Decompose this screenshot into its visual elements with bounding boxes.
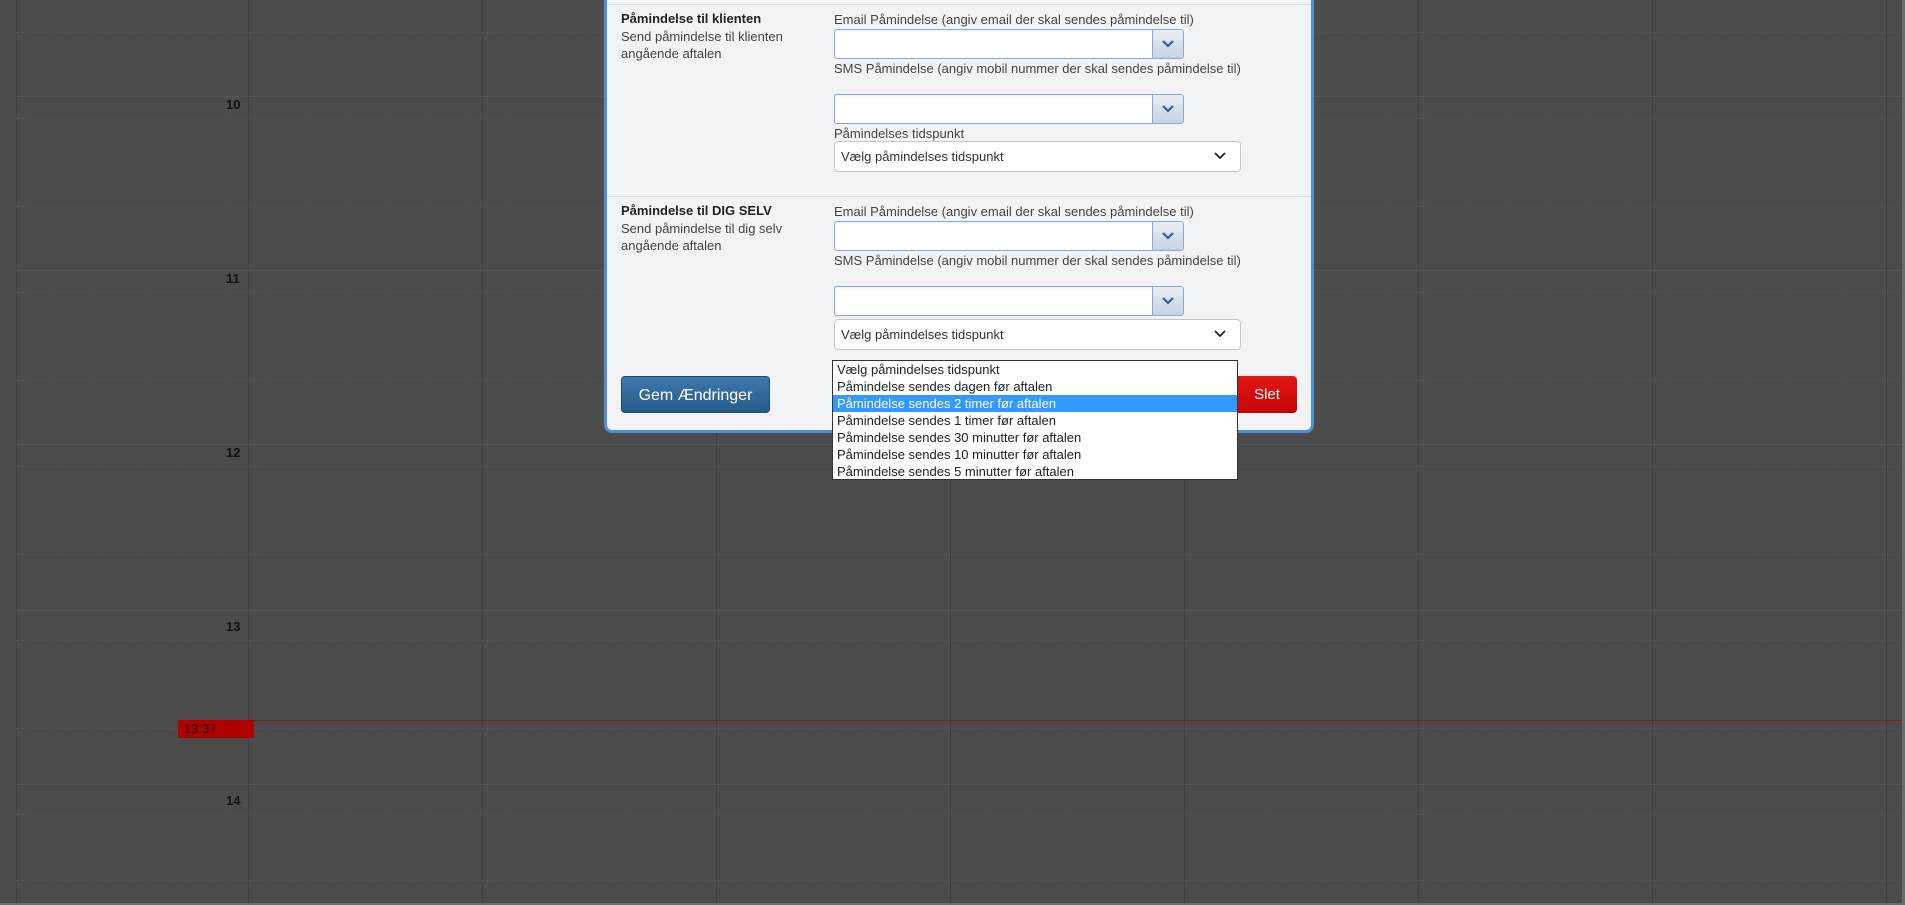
client-sms-dropdown-button[interactable]: [1152, 95, 1183, 123]
current-time-badge: 13:37: [178, 720, 254, 738]
delete-button[interactable]: Slet: [1237, 376, 1297, 413]
reminder-time-label: Påmindelses tidspunkt: [834, 126, 965, 141]
section-description: Send påmindelse til dig selv angående af…: [621, 221, 783, 253]
self-email-dropdown-button[interactable]: [1152, 222, 1183, 250]
email-reminder-label: Email Påmindelse (angiv email der skal s…: [834, 204, 1194, 219]
client-reminder-section: Påmindelse til klienten Send påmindelse …: [607, 4, 1311, 197]
self-sms-dropdown-button[interactable]: [1152, 287, 1183, 315]
sms-reminder-label: SMS Påmindelse (angiv mobil nummer der s…: [834, 253, 1241, 268]
calendar-halfhour-line: [16, 880, 1905, 882]
calendar-hour-line: [16, 610, 1905, 611]
dropdown-option-highlighted[interactable]: Påmindelse sendes 2 timer før aftalen: [833, 395, 1237, 412]
dropdown-option[interactable]: Påmindelse sendes 1 timer før aftalen: [833, 412, 1237, 429]
section-description: Send påmindelse til klienten angående af…: [621, 29, 783, 61]
save-changes-button[interactable]: Gem Ændringer: [621, 376, 770, 413]
chevron-down-icon: [1162, 232, 1174, 240]
dropdown-option[interactable]: Påmindelse sendes 5 minutter før aftalen: [833, 463, 1237, 480]
calendar-halfhour-line: [16, 554, 1905, 556]
dropdown-option[interactable]: Påmindelse sendes 10 minutter før aftale…: [833, 446, 1237, 463]
client-sms-input[interactable]: [839, 96, 1153, 124]
self-email-combobox[interactable]: [834, 221, 1184, 251]
calendar-column-line: [1418, 0, 1419, 905]
hour-label: 11: [226, 271, 240, 286]
client-email-dropdown-button[interactable]: [1152, 30, 1183, 58]
chevron-down-icon: [1162, 297, 1174, 305]
client-sms-combobox[interactable]: [834, 94, 1184, 124]
hour-label: 13: [226, 619, 241, 634]
self-sms-input[interactable]: [839, 288, 1153, 316]
dropdown-option[interactable]: Påmindelse sendes dagen før aftalen: [833, 378, 1237, 395]
client-email-combobox[interactable]: [834, 29, 1184, 59]
calendar-column-line: [248, 0, 249, 905]
dropdown-option[interactable]: Påmindelse sendes 30 minutter før aftale…: [833, 429, 1237, 446]
calendar-hour-line: [16, 784, 1905, 785]
client-reminder-time-select[interactable]: Vælg påmindelses tidspunkt: [834, 141, 1241, 172]
calendar-column-line: [482, 0, 483, 905]
calendar-column-line: [1886, 0, 1887, 905]
hour-label: 12: [226, 445, 241, 460]
calendar-column-line: [16, 0, 17, 905]
self-email-input[interactable]: [839, 223, 1153, 251]
chevron-down-icon: [1162, 40, 1174, 48]
self-reminder-section: Påmindelse til DIG SELV Send påmindelse …: [607, 196, 1311, 377]
calendar-column-line: [1652, 0, 1653, 905]
client-email-input[interactable]: [839, 31, 1153, 59]
current-time-line: [178, 720, 1905, 721]
chevron-down-icon: [1214, 152, 1226, 160]
section-title: Påmindelse til klienten: [621, 11, 762, 26]
dropdown-option[interactable]: Vælg påmindelses tidspunkt: [833, 361, 1237, 378]
self-reminder-time-select[interactable]: Vælg påmindelses tidspunkt: [834, 319, 1241, 350]
calendar-halfhour-line: [16, 640, 1905, 642]
select-value: Vælg påmindelses tidspunkt: [841, 327, 1004, 342]
calendar-halfhour-line: [16, 814, 1905, 816]
chevron-down-icon: [1162, 105, 1174, 113]
reminder-time-dropdown-list: Vælg påmindelses tidspunkt Påmindelse se…: [832, 360, 1238, 480]
hour-label: 14: [226, 793, 241, 808]
chevron-down-icon: [1214, 330, 1226, 338]
sms-reminder-label: SMS Påmindelse (angiv mobil nummer der s…: [834, 61, 1241, 76]
hour-label: 10: [226, 97, 241, 112]
self-sms-combobox[interactable]: [834, 286, 1184, 316]
section-title: Påmindelse til DIG SELV: [621, 203, 772, 218]
calendar-halfhour-line: [16, 728, 1905, 730]
email-reminder-label: Email Påmindelse (angiv email der skal s…: [834, 12, 1194, 27]
select-value: Vælg påmindelses tidspunkt: [841, 149, 1004, 164]
